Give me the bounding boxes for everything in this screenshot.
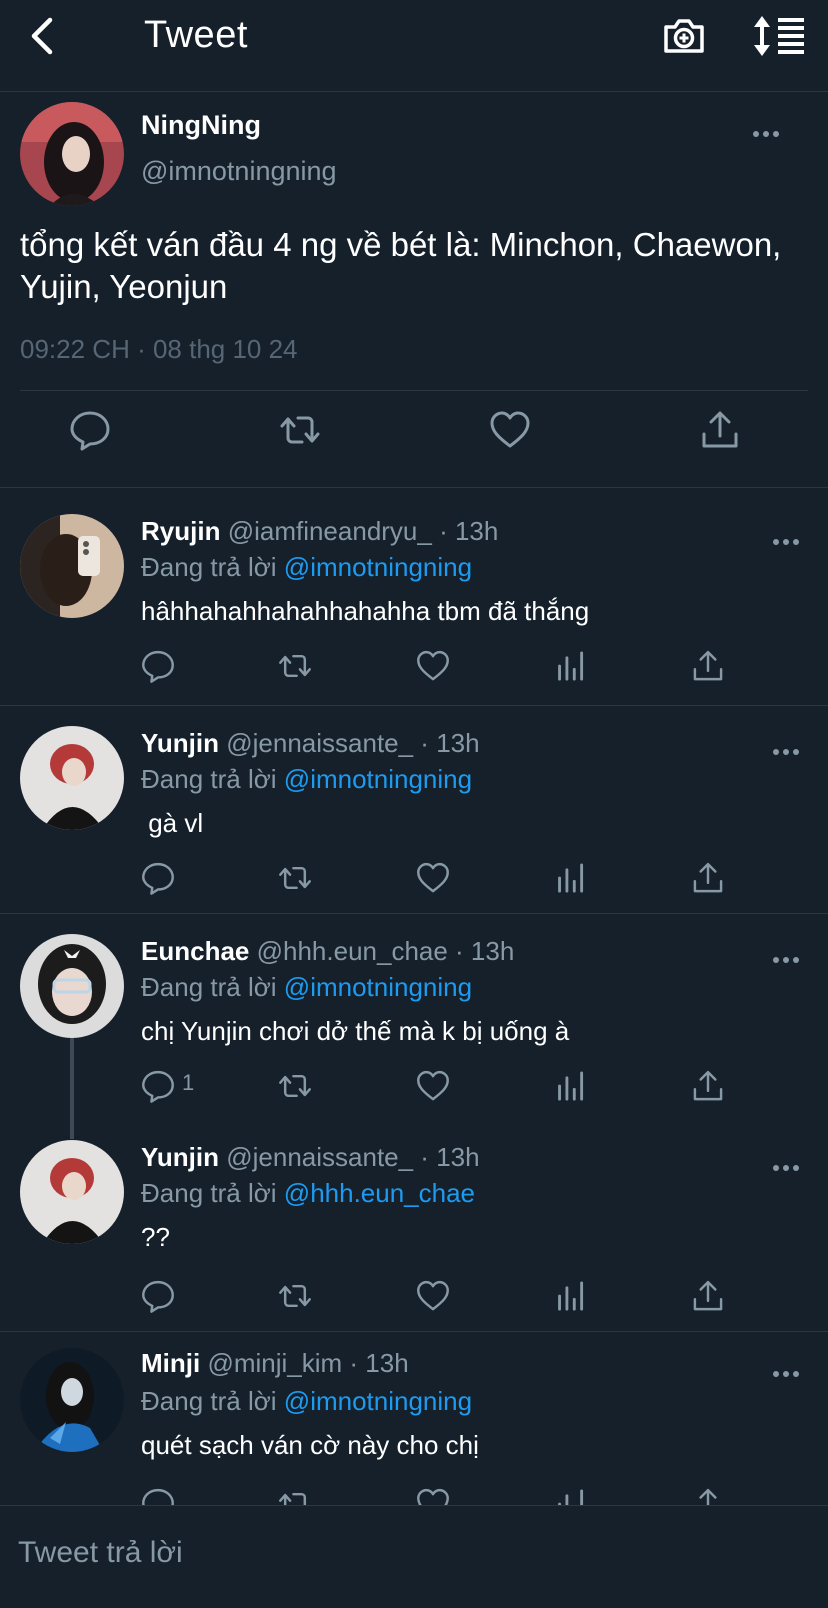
tweet-timestamp: 09:22 CH · 08 thg 10 24 bbox=[20, 334, 298, 364]
reply-actions bbox=[0, 1484, 828, 1505]
main-tweet: NingNing @imnotningning tổng kết ván đầu… bbox=[0, 92, 828, 488]
retweet-icon[interactable] bbox=[277, 648, 313, 684]
replying-to-mention[interactable]: @hhh.eun_chae bbox=[284, 1178, 475, 1208]
replying-to-mention[interactable]: @imnotningning bbox=[284, 552, 472, 582]
sort-replies-icon[interactable] bbox=[752, 14, 806, 58]
replying-to-label: Đang trả lời bbox=[141, 972, 277, 1002]
retweet-icon[interactable] bbox=[277, 1486, 313, 1505]
back-arrow-icon[interactable] bbox=[22, 14, 66, 58]
retweet-icon[interactable] bbox=[277, 1278, 313, 1314]
like-heart-icon[interactable] bbox=[415, 1278, 451, 1314]
reply-icon[interactable] bbox=[68, 408, 112, 452]
replying-to-mention[interactable]: @imnotningning bbox=[284, 1386, 472, 1416]
like-heart-icon[interactable] bbox=[415, 1068, 451, 1104]
author-handle[interactable]: @imnotningning bbox=[141, 156, 337, 187]
reply-compose-bar: Tweet trả lời bbox=[0, 1505, 828, 1608]
reply-author-name[interactable]: Yunjin bbox=[141, 1142, 219, 1172]
analytics-icon[interactable] bbox=[553, 860, 589, 896]
reply-author-name[interactable]: Eunchae bbox=[141, 936, 249, 966]
reply-text: gà vl bbox=[141, 808, 204, 838]
share-icon[interactable] bbox=[698, 408, 742, 452]
tweet-text: tổng kết ván đầu 4 ng về bét là: Minchon… bbox=[20, 226, 782, 305]
reply-actions bbox=[0, 646, 828, 692]
reply-author-name[interactable]: Minji bbox=[141, 1348, 200, 1378]
avatar[interactable] bbox=[20, 1348, 124, 1452]
reply-tweet[interactable]: Yunjin @jennaissante_ · 13h Đang trả lời… bbox=[0, 706, 828, 914]
more-options-icon[interactable] bbox=[766, 532, 806, 552]
retweet-icon[interactable] bbox=[278, 408, 322, 452]
avatar[interactable] bbox=[20, 514, 124, 618]
avatar[interactable] bbox=[20, 934, 124, 1038]
replying-to-label: Đang trả lời bbox=[141, 1178, 277, 1208]
camera-plus-icon[interactable] bbox=[660, 12, 708, 60]
more-options-icon[interactable] bbox=[766, 1158, 806, 1178]
top-bar: Tweet bbox=[0, 0, 828, 92]
reply-text: quét sạch ván cờ này cho chị bbox=[141, 1430, 479, 1460]
reply-author-meta: @jennaissante_ · 13h bbox=[226, 1142, 480, 1172]
replying-to-mention[interactable]: @imnotningning bbox=[284, 972, 472, 1002]
reply-icon[interactable] bbox=[140, 648, 176, 684]
more-options-icon[interactable] bbox=[766, 950, 806, 970]
reply-author-name[interactable]: Ryujin bbox=[141, 516, 220, 546]
replying-to-label: Đang trả lời bbox=[141, 764, 277, 794]
reply-author-meta: @jennaissante_ · 13h bbox=[226, 728, 480, 758]
like-heart-icon[interactable] bbox=[488, 408, 532, 452]
tweet-actions bbox=[0, 404, 828, 464]
retweet-icon[interactable] bbox=[277, 860, 313, 896]
divider bbox=[20, 390, 808, 391]
replying-to-label: Đang trả lời bbox=[141, 1386, 277, 1416]
reply-author-meta: @hhh.eun_chae · 13h bbox=[256, 936, 515, 966]
reply-author-name[interactable]: Yunjin bbox=[141, 728, 219, 758]
analytics-icon[interactable] bbox=[553, 1068, 589, 1104]
replying-to-label: Đang trả lời bbox=[141, 552, 277, 582]
more-options-icon[interactable] bbox=[766, 1364, 806, 1384]
analytics-icon[interactable] bbox=[553, 1486, 589, 1505]
reply-tweet[interactable]: Yunjin @jennaissante_ · 13h Đang trả lời… bbox=[0, 1122, 828, 1332]
more-options-icon[interactable] bbox=[746, 124, 786, 144]
reply-tweet[interactable]: Minji @minji_kim · 13h Đang trả lời @imn… bbox=[0, 1332, 828, 1505]
analytics-icon[interactable] bbox=[553, 648, 589, 684]
share-icon[interactable] bbox=[690, 1068, 726, 1104]
avatar[interactable] bbox=[20, 726, 124, 830]
reply-author-meta: @minji_kim · 13h bbox=[207, 1348, 409, 1378]
like-heart-icon[interactable] bbox=[415, 648, 451, 684]
more-options-icon[interactable] bbox=[766, 742, 806, 762]
reply-text: ?? bbox=[141, 1222, 170, 1252]
reply-icon[interactable] bbox=[140, 1486, 176, 1505]
reply-text: chị Yunjin chơi dở thế mà k bị uống à bbox=[141, 1016, 570, 1046]
share-icon[interactable] bbox=[690, 1278, 726, 1314]
share-icon[interactable] bbox=[690, 860, 726, 896]
reply-icon[interactable] bbox=[140, 860, 176, 896]
page-title: Tweet bbox=[144, 14, 248, 56]
author-name[interactable]: NingNing bbox=[141, 110, 261, 141]
reply-tweet[interactable]: Ryujin @iamfineandryu_ · 13h Đang trả lờ… bbox=[0, 488, 828, 706]
reply-actions: 1 bbox=[0, 1066, 828, 1112]
share-icon[interactable] bbox=[690, 648, 726, 684]
reply-icon[interactable] bbox=[140, 1278, 176, 1314]
reply-actions bbox=[0, 1276, 828, 1322]
avatar[interactable] bbox=[20, 102, 124, 206]
like-heart-icon[interactable] bbox=[415, 860, 451, 896]
reply-author-meta: @iamfineandryu_ · 13h bbox=[227, 516, 499, 546]
replying-to-mention[interactable]: @imnotningning bbox=[284, 764, 472, 794]
reply-input[interactable]: Tweet trả lời bbox=[18, 1536, 183, 1570]
reply-icon[interactable] bbox=[140, 1068, 176, 1104]
reply-tweet[interactable]: Eunchae @hhh.eun_chae · 13h Đang trả lời… bbox=[0, 914, 828, 1122]
analytics-icon[interactable] bbox=[553, 1278, 589, 1314]
like-heart-icon[interactable] bbox=[415, 1486, 451, 1505]
avatar[interactable] bbox=[20, 1140, 124, 1244]
reply-text: hâhhahahhahahhahahha tbm đã thắng bbox=[141, 596, 590, 626]
share-icon[interactable] bbox=[690, 1486, 726, 1505]
retweet-icon[interactable] bbox=[277, 1068, 313, 1104]
reply-count: 1 bbox=[182, 1070, 195, 1095]
reply-actions bbox=[0, 858, 828, 904]
